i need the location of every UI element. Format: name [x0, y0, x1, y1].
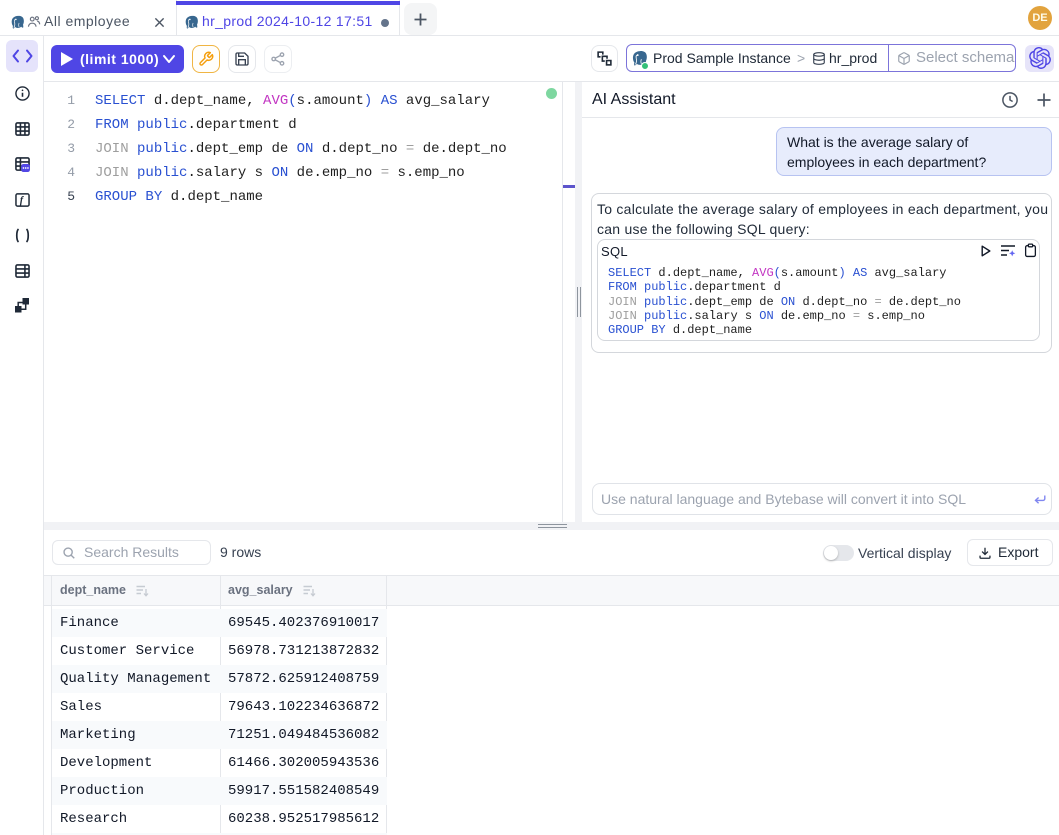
svg-text:f: f — [20, 196, 25, 207]
